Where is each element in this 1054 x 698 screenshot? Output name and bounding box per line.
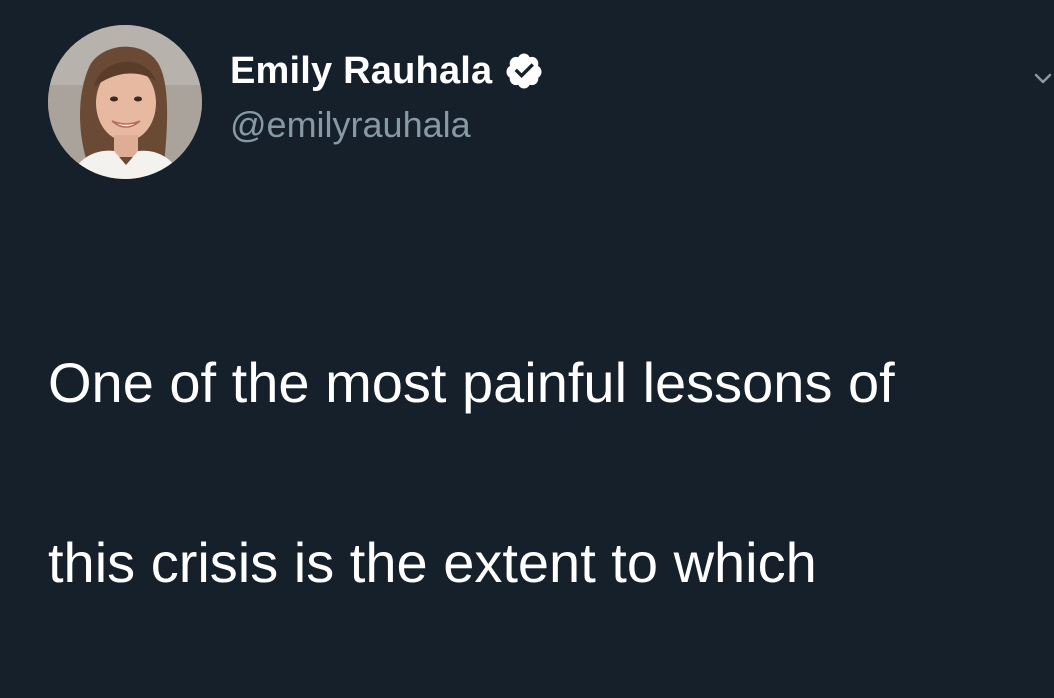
chevron-down-icon[interactable] [1032,68,1054,90]
tweet-text-line: this crisis is the extent to which [48,531,817,594]
tweet-text: One of the most painful lessons of this … [48,248,1028,698]
avatar-photo-icon [48,25,202,179]
author-avatar[interactable] [48,25,202,179]
tweet-text-line: One of the most painful lessons of [48,351,895,414]
verified-badge-icon [504,51,544,91]
author-display-name[interactable]: Emily Rauhala [230,50,492,93]
author-handle[interactable]: @emilyrauhala [230,104,471,146]
author-name-row: Emily Rauhala [230,46,544,96]
tweet-card: Emily Rauhala @emilyrauhala One of the m… [0,0,1054,594]
